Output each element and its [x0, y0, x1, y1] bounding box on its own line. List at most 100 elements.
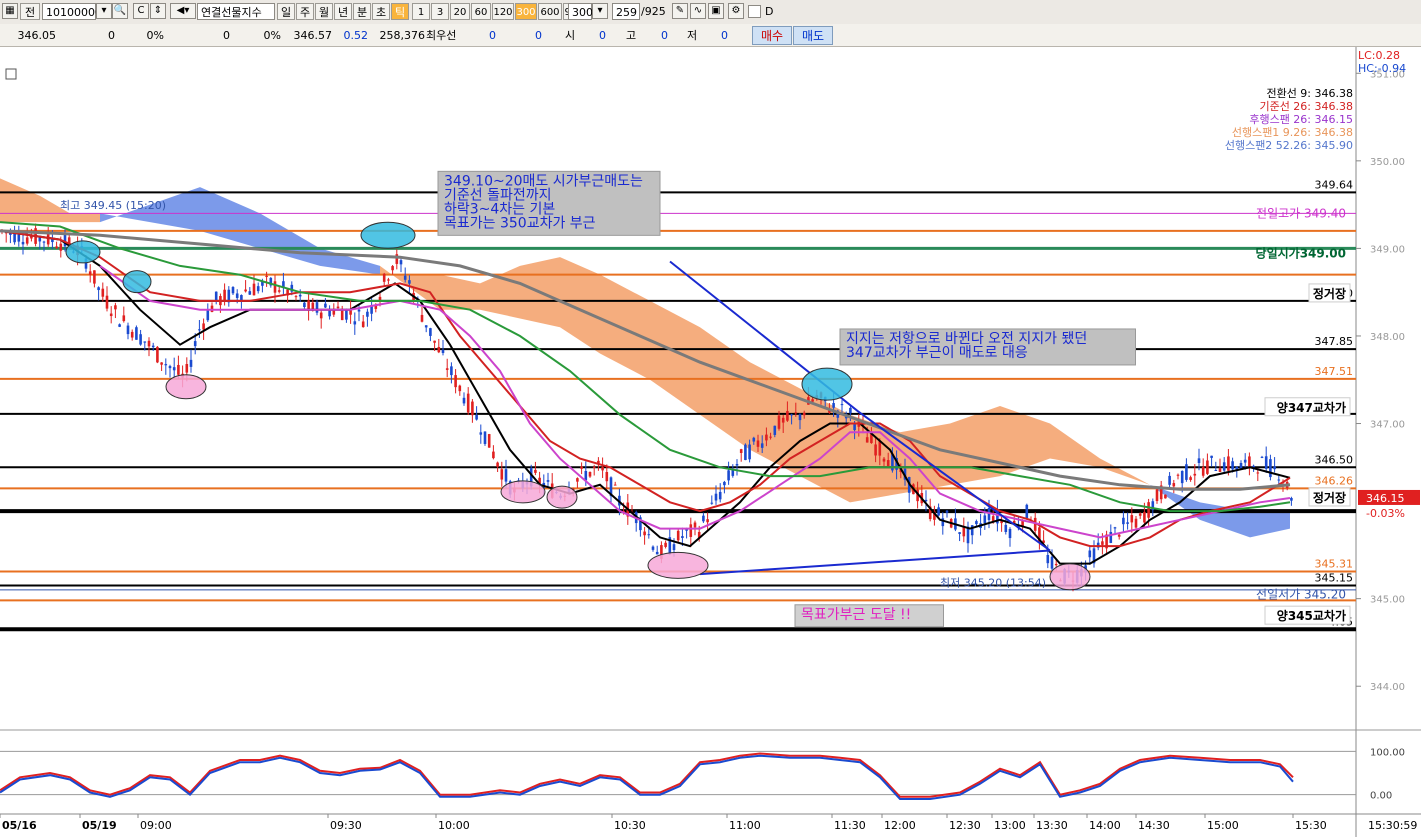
candle-body [1109, 531, 1113, 543]
gear-icon[interactable]: ⚙ [728, 3, 744, 19]
candle-body [605, 472, 609, 482]
candle-body [353, 321, 357, 325]
candle-body [886, 460, 890, 467]
unit-input[interactable]: 300 [568, 3, 593, 20]
period-button-4[interactable]: 분 [353, 3, 371, 20]
highlight-ellipse [546, 485, 578, 509]
candle-body [1101, 541, 1104, 545]
candle-body [118, 324, 121, 327]
indicator-icon[interactable]: ∿ [690, 3, 706, 19]
tick-unit-button-0[interactable]: 1 [412, 3, 430, 20]
candle-body [25, 237, 29, 244]
tick-unit-button-2[interactable]: 20 [450, 3, 470, 20]
last-time-label: 15:30:59 [1368, 819, 1417, 832]
candle-body [273, 281, 277, 293]
period-button-2[interactable]: 월 [315, 3, 333, 20]
candle-body [945, 510, 949, 513]
period-button-1[interactable]: 주 [296, 3, 314, 20]
candle-body [1231, 461, 1234, 470]
candle-body [1130, 515, 1134, 523]
toolbar-main: ▦ 전 10100000 ▾ 🔍 C ⇕ ◀▾ 연결선물지수 일주월년분초틱 1… [0, 0, 1421, 25]
period-button-3[interactable]: 년 [334, 3, 352, 20]
candle-body [773, 425, 777, 435]
candle-body [340, 310, 344, 321]
buy-button[interactable]: 매수 [752, 26, 792, 45]
candle-body [1243, 459, 1247, 463]
tick-unit-button-1[interactable]: 3 [431, 3, 449, 20]
quote-v2: 0 [223, 29, 230, 42]
current-change-label: -0.03% [1366, 507, 1405, 520]
best-v2: 0 [535, 29, 542, 42]
tick-unit-button-3[interactable]: 60 [471, 3, 491, 20]
candle-body [958, 532, 961, 534]
highlight-ellipse [801, 367, 853, 401]
candle-body [21, 241, 25, 245]
copy-icon[interactable]: C [133, 3, 149, 19]
tick-unit-button-5[interactable]: 300 [515, 3, 537, 20]
candle-body [534, 469, 537, 473]
search-icon[interactable]: 🔍 [112, 3, 128, 19]
candle-body [756, 440, 760, 447]
candle-body [450, 366, 453, 376]
annotation-text: 목표가부근 도달 !! [801, 607, 911, 623]
period-button-0[interactable]: 일 [277, 3, 295, 20]
candle-body [1004, 524, 1008, 532]
y-tick-label: 347.00 [1370, 420, 1405, 431]
candle-body [1172, 483, 1176, 487]
candle-body [126, 325, 130, 335]
tools-icon[interactable]: ✎ [672, 3, 688, 19]
candle-body [748, 444, 751, 460]
period-button-6[interactable]: 틱 [391, 3, 409, 20]
extreme-annotation: 최고 349.45 (15:20) [60, 199, 166, 212]
candle-body [252, 283, 256, 296]
candle-body [319, 312, 323, 319]
quote-v1: 0 [108, 29, 115, 42]
candle-body [714, 493, 718, 501]
candle-body [198, 329, 201, 331]
candle-body [189, 359, 193, 367]
tick-unit-button-6[interactable]: 600 [538, 3, 562, 20]
code-input[interactable]: 10100000 [42, 3, 102, 20]
candle-body [1264, 456, 1268, 469]
candle-body [38, 237, 42, 242]
candle-body [93, 270, 96, 284]
candle-body [1193, 473, 1197, 476]
x-tick-label: 11:00 [729, 819, 761, 832]
speaker-icon[interactable]: ◀▾ [170, 3, 196, 19]
legend-item: 선행스팬1 9.26: 346.38 [1232, 126, 1353, 139]
candle-body [802, 412, 806, 416]
price-chart[interactable]: 351.00350.00349.00348.00347.00345.00344.… [0, 47, 1421, 837]
candle-body [790, 414, 793, 416]
sell-button[interactable]: 매도 [793, 26, 833, 45]
high-value: 0 [661, 29, 668, 42]
annotation-text: 목표가는 350교차가 부근 [444, 215, 596, 231]
candle-body [882, 458, 886, 462]
spin-icon[interactable]: ⇕ [150, 3, 166, 19]
candle-body [1025, 504, 1029, 519]
price-level-label: 347.85 [1315, 335, 1354, 348]
code-label[interactable]: 전 [20, 3, 40, 20]
candle-body [975, 521, 978, 525]
candle-body [794, 412, 798, 414]
checkbox[interactable] [748, 5, 761, 18]
save-icon[interactable]: ▣ [708, 3, 724, 19]
candle-body [651, 546, 655, 550]
candle-body [500, 469, 504, 480]
candle-body [613, 484, 617, 486]
candle-body [672, 544, 676, 551]
chevron-down-icon[interactable]: ▾ [96, 3, 112, 19]
count-input[interactable]: 259 [612, 3, 640, 20]
candle-body [109, 313, 113, 317]
candle-body [1260, 456, 1264, 458]
candle-body [496, 462, 499, 467]
chevron-down-icon[interactable]: ▾ [592, 3, 608, 19]
candle-body [1277, 479, 1281, 481]
chart-type-icon[interactable]: ▦ [2, 3, 18, 19]
period-button-5[interactable]: 초 [372, 3, 390, 20]
candle-body [1126, 522, 1129, 524]
tick-unit-button-4[interactable]: 120 [492, 3, 514, 20]
candle-body [387, 279, 390, 281]
candle-body [1164, 494, 1167, 499]
candle-body [706, 519, 709, 523]
candle-body [244, 289, 247, 292]
